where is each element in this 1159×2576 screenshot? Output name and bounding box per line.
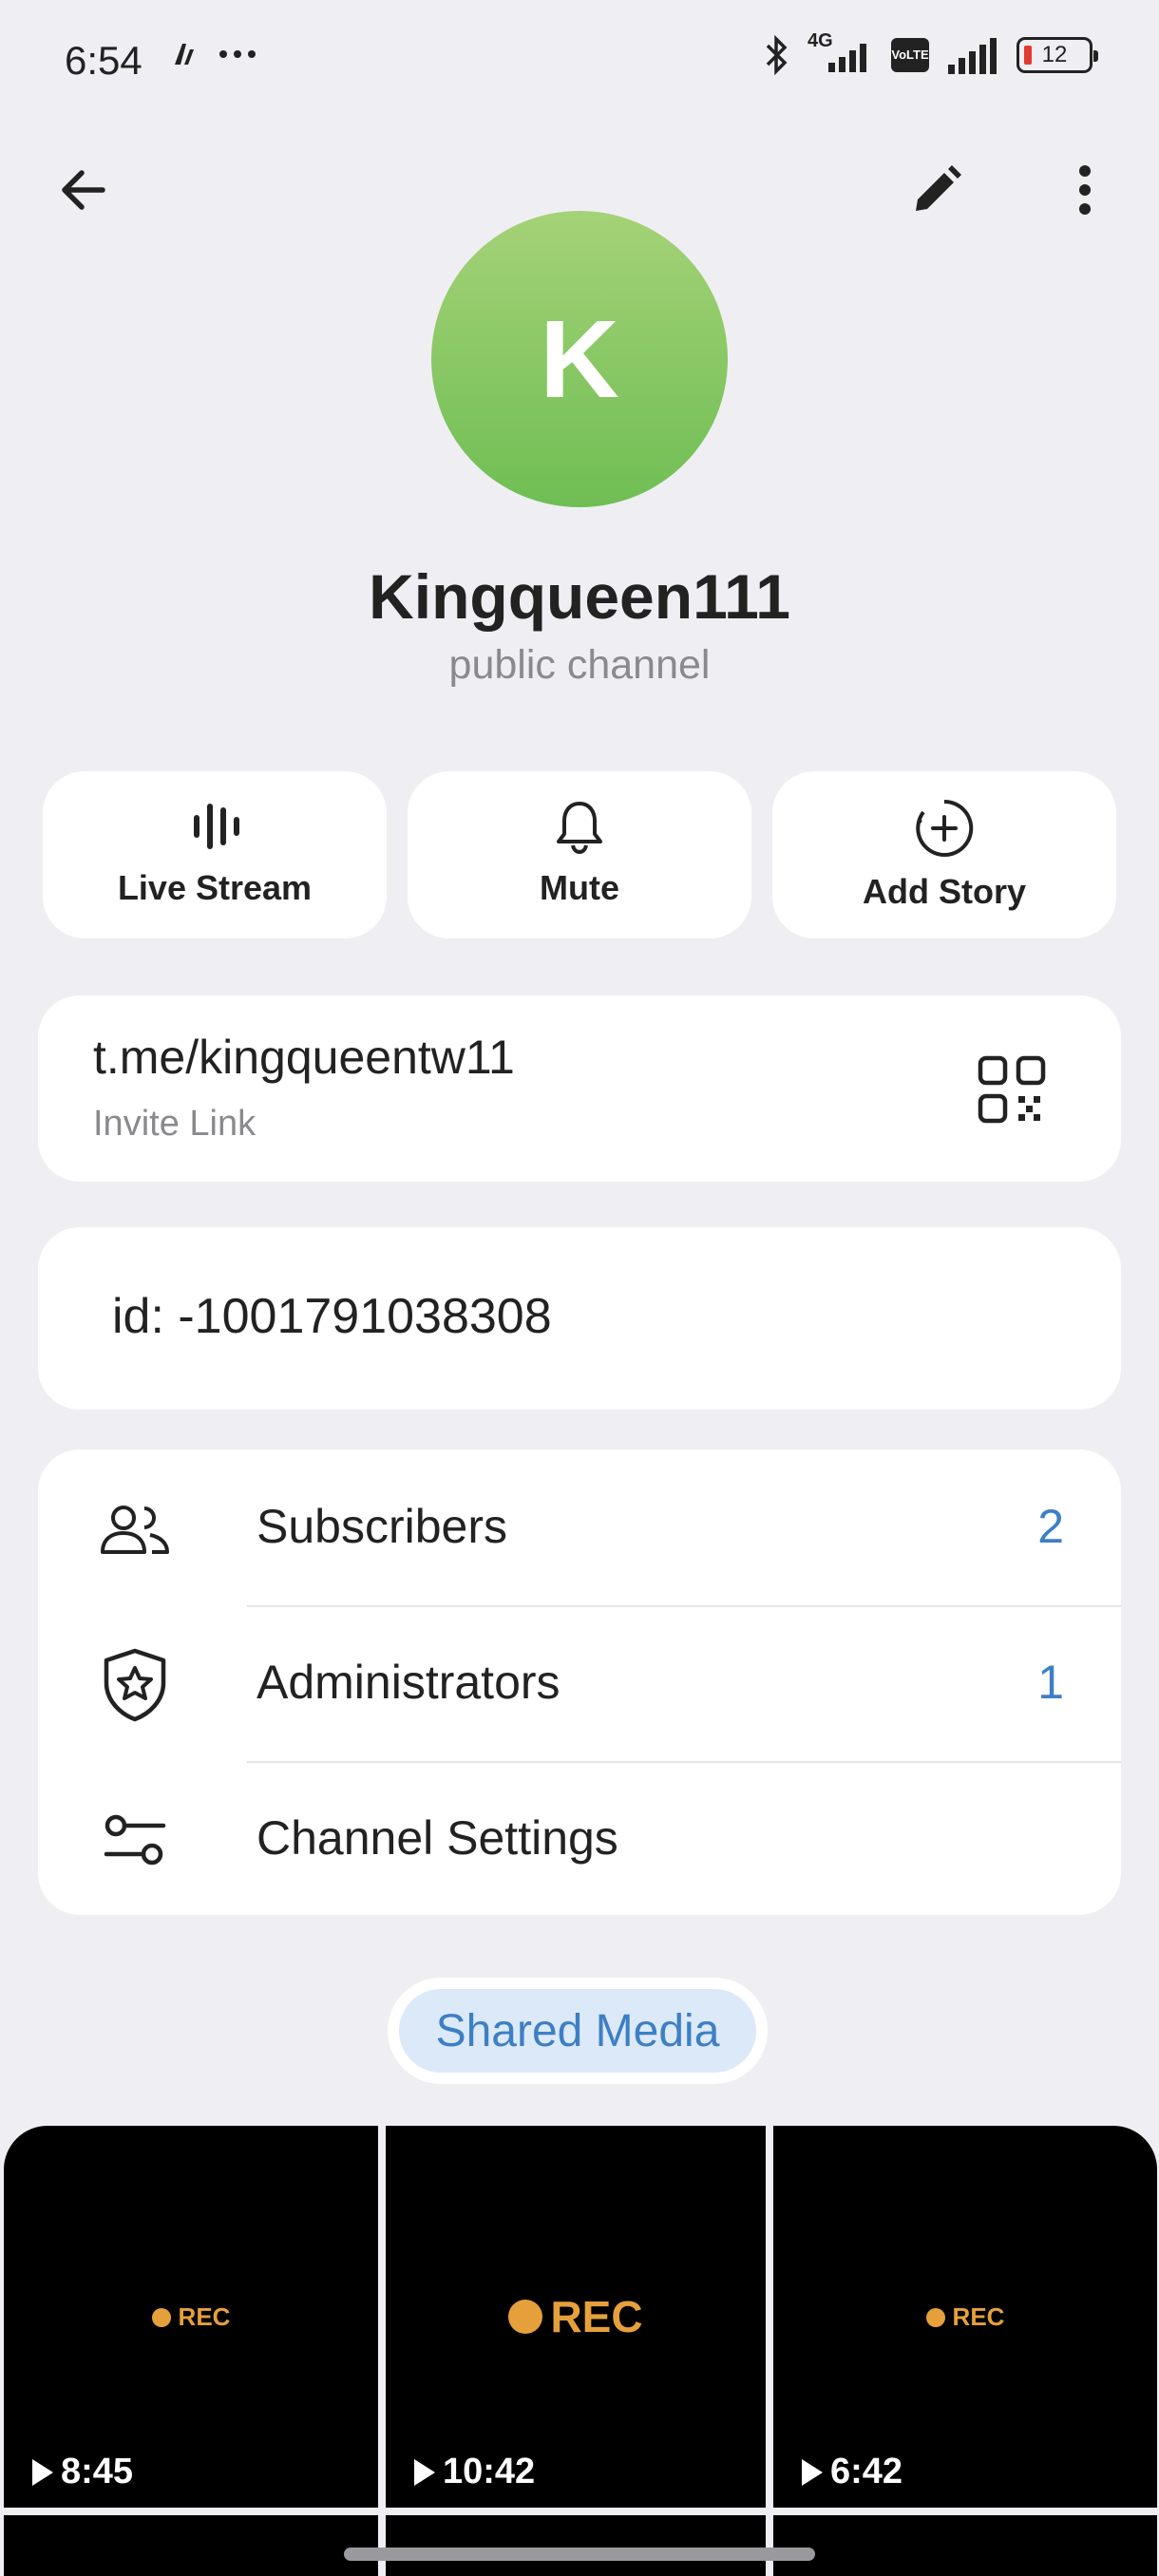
add-story-icon [916, 799, 974, 857]
action-buttons: Live Stream Mute Add Story [43, 771, 1116, 938]
signal-bars-icon [828, 44, 866, 72]
add-story-button[interactable]: Add Story [772, 771, 1116, 938]
back-button[interactable] [46, 152, 122, 228]
video-duration: 10:42 [414, 2452, 535, 2492]
qr-code-icon [978, 1055, 1046, 1124]
media-tile[interactable]: REC 6:42 [773, 2126, 1157, 2508]
media-tile[interactable] [4, 2515, 378, 2576]
arrow-left-icon [62, 170, 105, 210]
media-tile[interactable] [773, 2515, 1157, 2576]
more-vertical-icon [1079, 165, 1091, 215]
live-stream-button[interactable]: Live Stream [43, 771, 387, 938]
play-icon [32, 2458, 53, 2486]
pencil-icon [916, 165, 961, 211]
shared-media-grid: REC 8:45 REC 10:42 REC 6:42 [0, 2126, 1159, 2576]
invite-link-card[interactable]: t.me/kingqueentw11 Invite Link [38, 995, 1121, 1182]
shared-media-tab[interactable]: Shared Media [399, 1989, 756, 2073]
status-time: 6:54 [65, 38, 142, 83]
subscribers-label: Subscribers [256, 1500, 507, 1553]
subscribers-row[interactable]: Subscribers 2 [38, 1449, 1121, 1605]
mute-label: Mute [540, 868, 619, 907]
volte-badge: VoLTE [891, 38, 929, 72]
administrators-count: 1 [1037, 1656, 1064, 1709]
battery-indicator: 12 [1016, 37, 1098, 73]
administrators-label: Administrators [256, 1656, 560, 1709]
channel-settings-row[interactable]: Channel Settings [38, 1761, 1121, 1917]
battery-level: 12 [1041, 42, 1068, 67]
channel-info-list: Subscribers 2 Administrators 1 Channel S… [38, 1449, 1121, 1915]
rec-text: REC [178, 2302, 231, 2331]
status-system-icons: 4G VoLTE 12 [764, 30, 1098, 76]
channel-name: Kingqueen111 [369, 561, 790, 632]
channel-type: public channel [448, 642, 711, 688]
video-duration: 8:45 [32, 2452, 133, 2492]
shared-media-tab-wrap: Shared Media [388, 1978, 768, 2084]
rec-text: REC [550, 2292, 643, 2341]
media-tile[interactable]: REC 10:42 [386, 2126, 766, 2508]
channel-avatar[interactable]: K [431, 211, 728, 507]
administrators-row[interactable]: Administrators 1 [38, 1605, 1121, 1761]
bluetooth-icon [766, 34, 788, 76]
more-options-button[interactable] [1047, 152, 1123, 228]
battery-fill [1024, 46, 1032, 65]
duration-text: 6:42 [830, 2452, 903, 2491]
duration-text: 8:45 [61, 2452, 134, 2491]
play-icon [802, 2458, 823, 2486]
status-bar: 6:54 4G VoLTE 12 [0, 0, 1159, 123]
signal-bars-2-icon [948, 38, 997, 74]
shield-star-icon [104, 1648, 166, 1722]
sliders-icon [104, 1814, 166, 1866]
play-icon [414, 2458, 435, 2486]
live-stream-icon [194, 804, 239, 849]
rec-label: REC [386, 2291, 766, 2342]
media-tile[interactable] [386, 2515, 766, 2576]
users-icon [101, 1506, 169, 1554]
invite-link-label: Invite Link [93, 1104, 256, 1144]
add-story-label: Add Story [862, 872, 1026, 911]
shield-icon-wrap [97, 1647, 173, 1723]
edit-button[interactable] [899, 152, 975, 228]
app-notification-icon [175, 44, 194, 65]
channel-id-card[interactable]: id: -1001791038308 [38, 1227, 1121, 1410]
video-duration: 6:42 [802, 2452, 902, 2492]
rec-dot-icon [508, 2300, 543, 2334]
more-notifications-icon [219, 50, 256, 58]
status-notification-icons [171, 40, 256, 68]
rec-label: REC [4, 2302, 378, 2332]
live-stream-label: Live Stream [117, 868, 313, 907]
rec-dot-icon [925, 2307, 945, 2327]
channel-id-text: id: -1001791038308 [112, 1289, 552, 1344]
sliders-icon-wrap [97, 1803, 173, 1879]
channel-settings-label: Channel Settings [256, 1811, 618, 1865]
duration-text: 10:42 [443, 2452, 536, 2491]
qr-code-button[interactable] [977, 1054, 1047, 1125]
network-4g-signal: 4G [808, 30, 874, 76]
rec-label: REC [773, 2302, 1157, 2332]
rec-dot-icon [151, 2307, 171, 2327]
invite-link-text[interactable]: t.me/kingqueentw11 [93, 1030, 515, 1085]
rec-text: REC [952, 2302, 1005, 2331]
mute-button[interactable]: Mute [408, 771, 751, 938]
home-indicator[interactable] [344, 2548, 815, 2561]
media-tile[interactable]: REC 8:45 [4, 2126, 378, 2508]
subscribers-count: 2 [1037, 1500, 1064, 1553]
bell-icon [557, 802, 602, 855]
avatar-letter: K [540, 297, 619, 421]
users-icon-wrap [97, 1491, 173, 1567]
